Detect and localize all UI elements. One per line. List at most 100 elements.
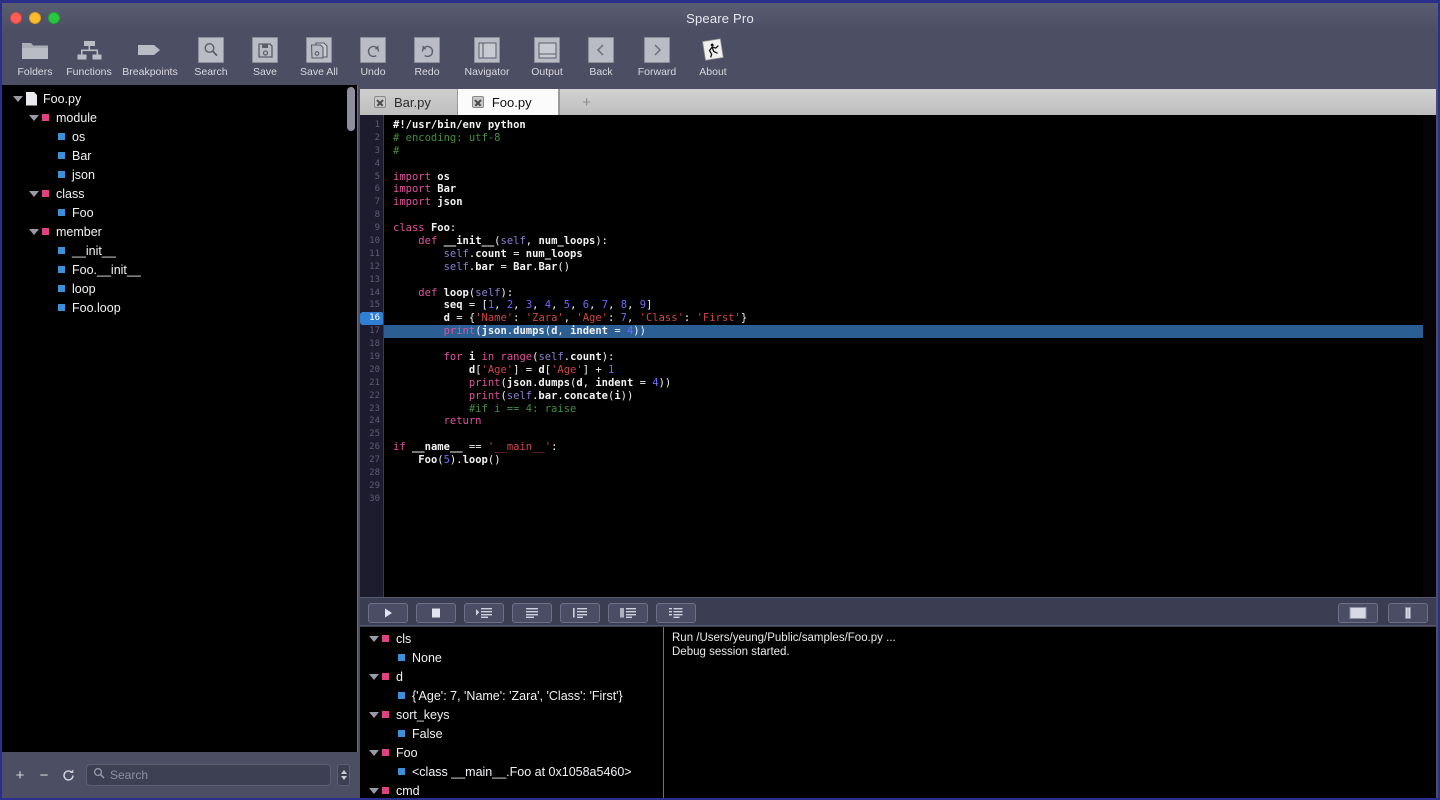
variable-item-row[interactable]: Foo <box>360 743 663 762</box>
code-line[interactable]: #!/usr/bin/env python <box>384 119 1436 132</box>
line-number[interactable]: 10 <box>360 235 384 248</box>
toolbar-button-forward[interactable]: Forward <box>628 33 686 78</box>
code-content[interactable]: #!/usr/bin/env python# encoding: utf-8# … <box>384 115 1436 597</box>
stepper-down-icon[interactable] <box>341 776 347 780</box>
code-line[interactable] <box>384 480 1436 493</box>
toolbar-button-output[interactable]: Output <box>520 33 574 78</box>
variable-item-row[interactable]: cmd <box>360 781 663 798</box>
variable-item-row[interactable]: <class __main__.Foo at 0x1058a5460> <box>360 762 663 781</box>
chevron-down-icon[interactable] <box>368 633 380 645</box>
editor-scrollbar[interactable] <box>1423 115 1436 597</box>
line-number[interactable]: 26 <box>360 441 384 454</box>
line-number[interactable]: 25 <box>360 428 384 441</box>
line-number[interactable]: 1 <box>360 119 384 132</box>
code-line[interactable]: print(json.dumps(d, indent = 4)) <box>384 377 1436 390</box>
code-line[interactable]: import os <box>384 171 1436 184</box>
step-into-button[interactable] <box>512 603 552 623</box>
chevron-down-icon[interactable] <box>28 188 40 200</box>
toolbar-button-functions[interactable]: Functions <box>62 33 116 78</box>
code-line[interactable] <box>384 274 1436 287</box>
line-number[interactable]: 14 <box>360 287 384 300</box>
output-console[interactable]: Run /Users/yeung/Public/samples/Foo.py .… <box>664 627 1436 798</box>
minimize-window-button[interactable] <box>29 12 41 24</box>
code-line[interactable] <box>384 158 1436 171</box>
tree-item-row[interactable]: json <box>2 165 358 184</box>
line-number[interactable]: 29 <box>360 480 384 493</box>
code-editor[interactable]: 1234567891011121314151617181920212223242… <box>360 115 1436 597</box>
chevron-down-icon[interactable] <box>368 671 380 683</box>
tree-item-row[interactable]: os <box>2 127 358 146</box>
variable-item-row[interactable]: False <box>360 724 663 743</box>
stop-button[interactable] <box>416 603 456 623</box>
line-number[interactable]: 20 <box>360 364 384 377</box>
toolbar-button-back[interactable]: Back <box>574 33 628 78</box>
line-number[interactable]: 9 <box>360 222 384 235</box>
code-line[interactable]: if __name__ == '__main__': <box>384 441 1436 454</box>
code-line[interactable]: def loop(self): <box>384 287 1436 300</box>
toolbar-button-save[interactable]: Save <box>238 33 292 78</box>
code-line[interactable]: import json <box>384 196 1436 209</box>
run-continue-button[interactable] <box>368 603 408 623</box>
line-number[interactable]: 7 <box>360 196 384 209</box>
tree-item-row[interactable]: class <box>2 184 358 203</box>
line-number[interactable]: 18 <box>360 338 384 351</box>
line-number[interactable]: 3 <box>360 145 384 158</box>
code-line[interactable]: d['Age'] = d['Age'] + 1 <box>384 364 1436 377</box>
tab-foo-py[interactable]: Foo.py <box>458 89 559 115</box>
tree-item-row[interactable]: module <box>2 108 358 127</box>
line-number[interactable]: 13 <box>360 274 384 287</box>
variable-item-row[interactable]: cls <box>360 629 663 648</box>
line-number[interactable]: 16 <box>360 312 384 325</box>
close-icon[interactable] <box>472 96 484 108</box>
tab-bar-py[interactable]: Bar.py <box>360 89 458 115</box>
line-number[interactable]: 23 <box>360 403 384 416</box>
close-icon[interactable] <box>374 96 386 108</box>
toolbar-button-folders[interactable]: Folders <box>8 33 62 78</box>
toolbar-button-redo[interactable]: Redo <box>400 33 454 78</box>
refresh-icon[interactable] <box>58 765 78 785</box>
code-line[interactable]: print(json.dumps(d, indent = 4)) <box>384 325 1436 338</box>
remove-item-button[interactable]: − <box>34 765 54 785</box>
toolbar-button-about[interactable]: About <box>686 33 740 78</box>
step-over-button[interactable] <box>464 603 504 623</box>
code-line[interactable] <box>384 338 1436 351</box>
code-line[interactable]: Foo(5).loop() <box>384 454 1436 467</box>
line-number[interactable]: 5 <box>360 171 384 184</box>
code-line[interactable]: self.bar = Bar.Bar() <box>384 261 1436 274</box>
code-line[interactable] <box>384 209 1436 222</box>
variable-item-row[interactable]: d <box>360 667 663 686</box>
close-window-button[interactable] <box>10 12 22 24</box>
line-number[interactable]: 24 <box>360 415 384 428</box>
line-number-gutter[interactable]: 1234567891011121314151617181920212223242… <box>360 115 384 597</box>
line-number[interactable]: 21 <box>360 377 384 390</box>
toolbar-button-search[interactable]: Search <box>184 33 238 78</box>
code-line[interactable]: self.count = num_loops <box>384 248 1436 261</box>
code-line[interactable]: for i in range(self.count): <box>384 351 1436 364</box>
toolbar-button-save-all[interactable]: Save All <box>292 33 346 78</box>
step-return-button[interactable] <box>608 603 648 623</box>
code-line[interactable]: # encoding: utf-8 <box>384 132 1436 145</box>
code-line[interactable]: seq = [1, 2, 3, 4, 5, 6, 7, 8, 9] <box>384 299 1436 312</box>
code-line[interactable]: return <box>384 415 1436 428</box>
code-line[interactable]: # <box>384 145 1436 158</box>
stepper-up-icon[interactable] <box>341 770 347 774</box>
toolbar-button-navigator[interactable]: Navigator <box>454 33 520 78</box>
sidebar-scrollbar[interactable] <box>347 87 355 131</box>
line-number[interactable]: 4 <box>360 158 384 171</box>
code-line[interactable]: import Bar <box>384 183 1436 196</box>
toggle-console-button[interactable] <box>1338 603 1378 623</box>
line-number[interactable]: 15 <box>360 299 384 312</box>
code-line[interactable]: class Foo: <box>384 222 1436 235</box>
variables-panel[interactable]: clsNoned{'Age': 7, 'Name': 'Zara', 'Clas… <box>360 627 663 798</box>
tree-item-row[interactable]: member <box>2 222 358 241</box>
line-number[interactable]: 27 <box>360 454 384 467</box>
line-number[interactable]: 22 <box>360 390 384 403</box>
line-number[interactable]: 8 <box>360 209 384 222</box>
chevron-down-icon[interactable] <box>12 93 24 105</box>
line-number[interactable]: 6 <box>360 183 384 196</box>
tree-item-row[interactable]: loop <box>2 279 358 298</box>
sidebar-search-field[interactable] <box>86 764 331 786</box>
toolbar-button-breakpoints[interactable]: Breakpoints <box>116 33 184 78</box>
line-number[interactable]: 28 <box>360 467 384 480</box>
code-line[interactable] <box>384 493 1436 506</box>
